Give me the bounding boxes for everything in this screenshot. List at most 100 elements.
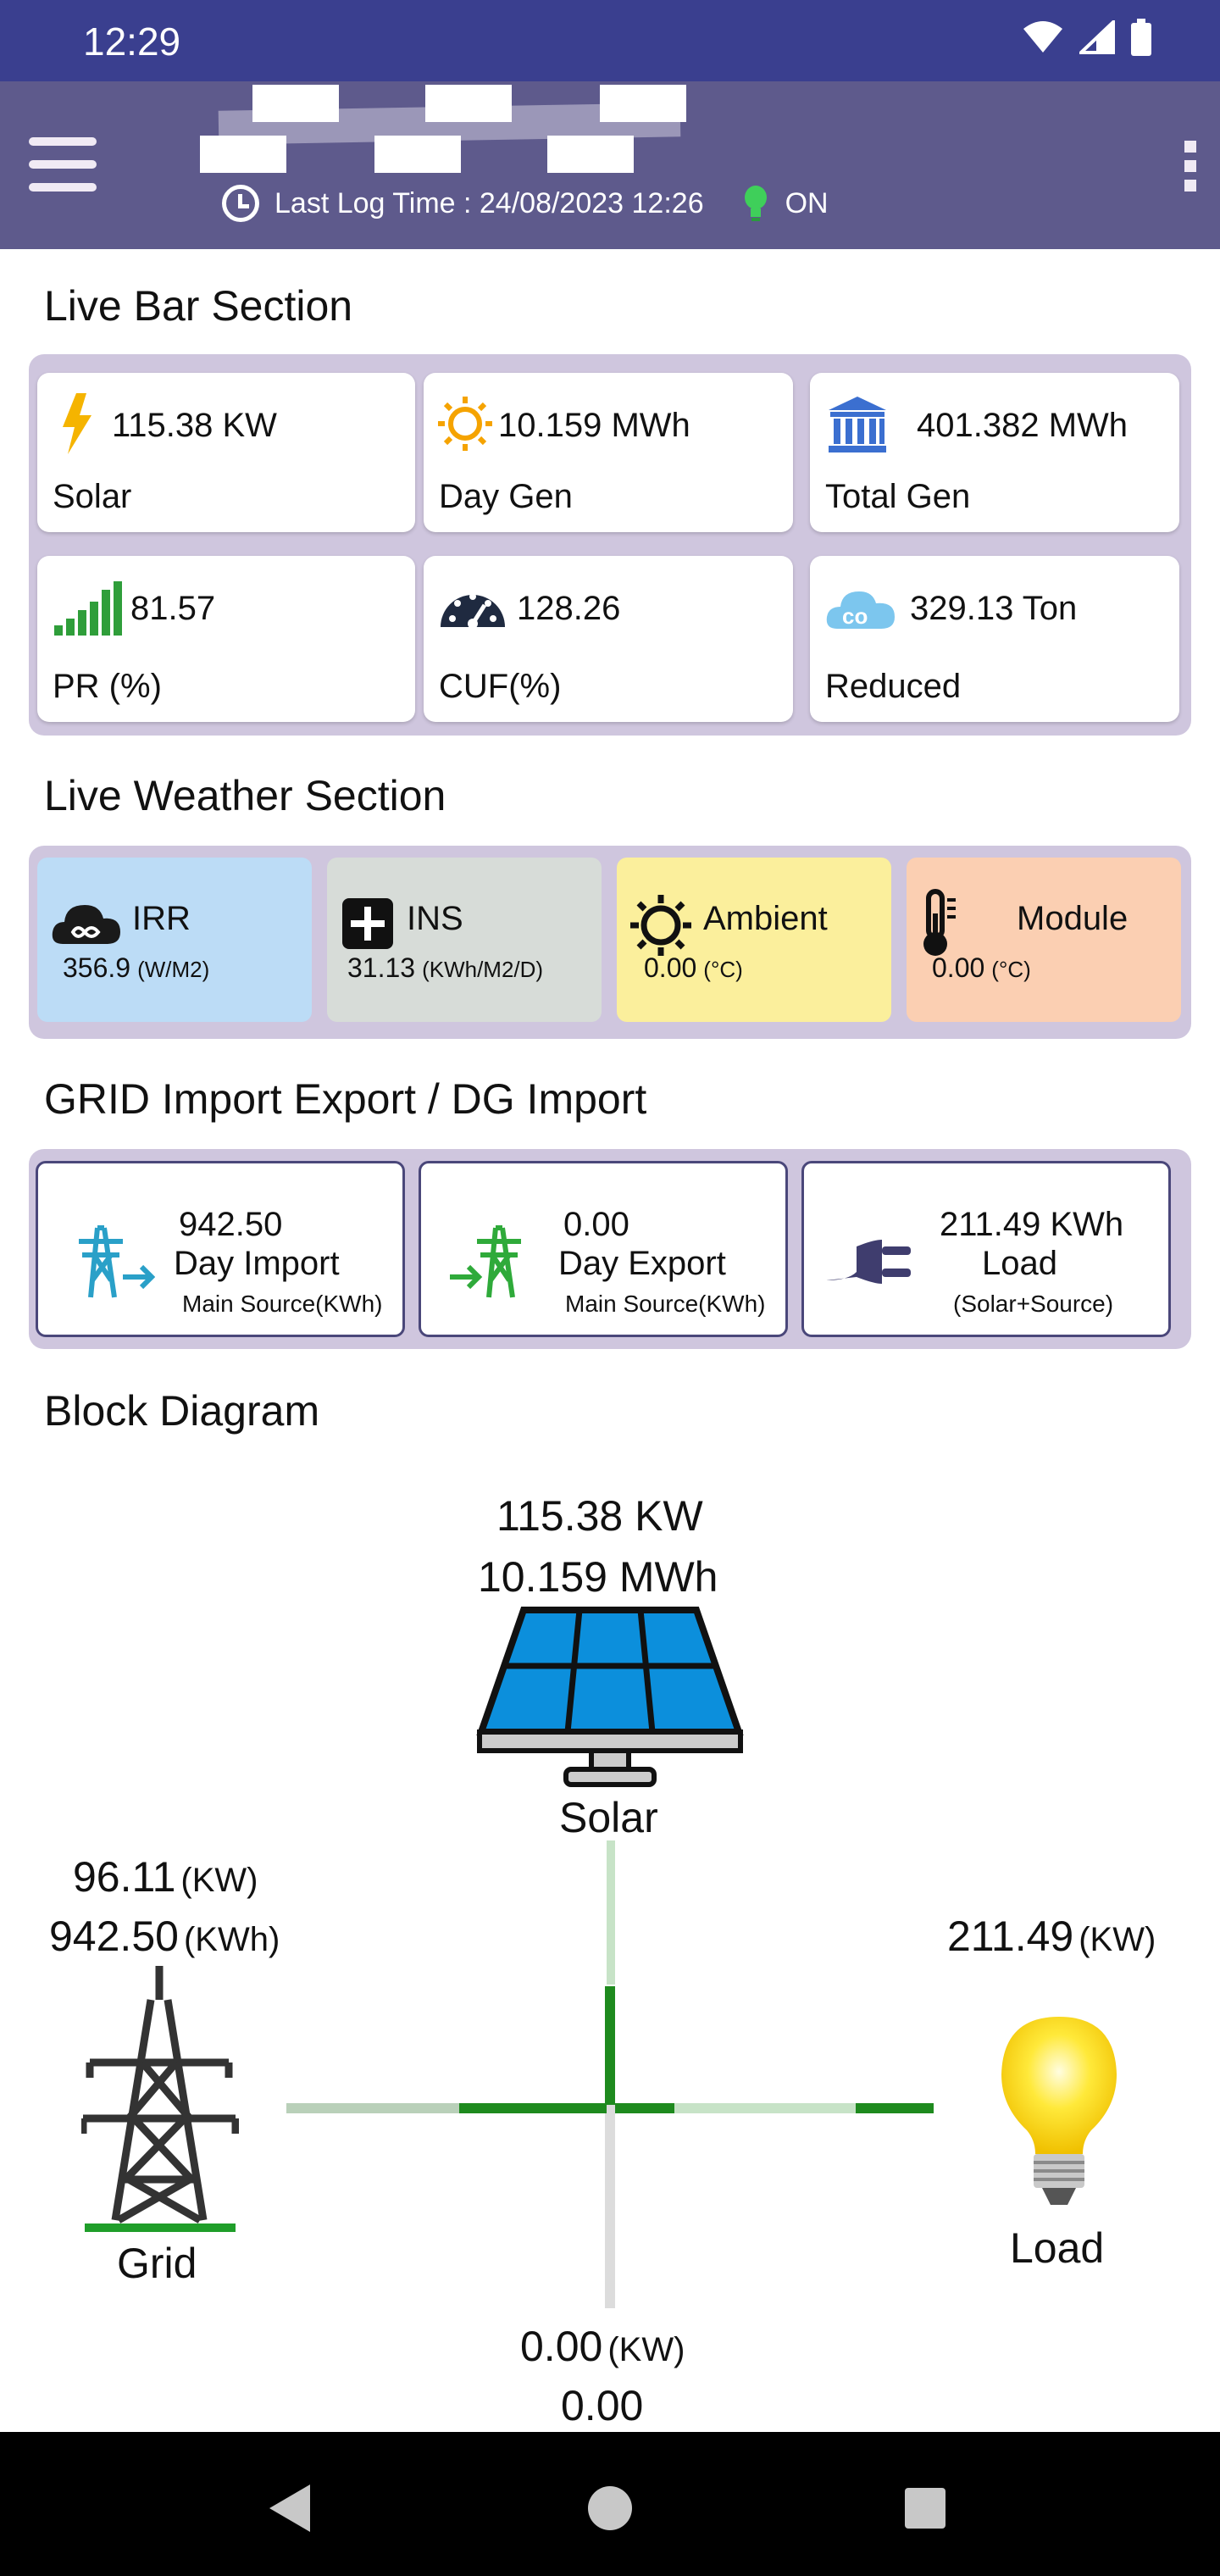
bank-icon xyxy=(829,397,886,452)
module-card[interactable]: Module 0.00 (°C) xyxy=(907,858,1181,1022)
ambient-card[interactable]: Ambient 0.00 (°C) xyxy=(617,858,891,1022)
load-label: Load xyxy=(1010,2224,1105,2272)
cell-signal-icon xyxy=(1079,20,1115,54)
weather-value: 0.00 xyxy=(932,952,985,983)
weather-unit: (°C) xyxy=(991,957,1031,982)
lightning-icon xyxy=(63,393,92,454)
load-power-value: 211.49 xyxy=(947,1913,1074,1960)
redacted-block xyxy=(425,85,512,122)
bottom-energy-value: 0.00 xyxy=(561,2382,644,2429)
pr-card[interactable]: 81.57 PR (%) xyxy=(37,556,415,722)
recents-icon[interactable] xyxy=(903,2486,947,2530)
weather-name: Module xyxy=(1017,900,1128,937)
grid-energy-value: 942.50 xyxy=(49,1913,179,1960)
bottom-power-unit: (KW) xyxy=(607,2331,685,2368)
import-title: Day Import xyxy=(174,1245,340,1282)
export-sub: Main Source(KWh) xyxy=(565,1291,766,1317)
wifi-icon xyxy=(1023,21,1062,53)
solar-energy-text: 10.159 MWh xyxy=(478,1553,718,1601)
export-value: 0.00 xyxy=(563,1206,629,1243)
status-bulb-icon xyxy=(744,186,767,221)
grid-label: Grid xyxy=(117,2240,197,2287)
svg-text:co: co xyxy=(842,603,868,629)
status-icons xyxy=(1022,19,1152,56)
last-log-time: Last Log Time : 24/08/2023 12:26 xyxy=(274,186,704,219)
day-gen-card[interactable]: 10.159 MWh Day Gen xyxy=(424,373,793,532)
status-time: 12:29 xyxy=(83,19,181,64)
day-import-card[interactable]: 942.50 Day Import Main Source(KWh) xyxy=(36,1161,405,1337)
sun-outline-icon xyxy=(630,895,691,956)
live-bar-title: Live Bar Section xyxy=(44,282,353,330)
load-power-unit: (KW) xyxy=(1079,1921,1156,1958)
ins-card[interactable]: INS 31.13 (KWh/M2/D) xyxy=(327,858,602,1022)
gauge-icon xyxy=(441,593,505,629)
tower-import-icon xyxy=(79,1225,155,1298)
back-icon[interactable] xyxy=(266,2483,313,2534)
block-diagram-title: Block Diagram xyxy=(44,1387,320,1435)
co2-reduced-card[interactable]: co 329.13 Ton Reduced xyxy=(810,556,1179,722)
card-value: 329.13 Ton xyxy=(910,590,1078,627)
solar-power-card[interactable]: 115.38 KW Solar xyxy=(37,373,415,532)
load-card[interactable]: 211.49 KWh Load (Solar+Source) xyxy=(801,1161,1171,1337)
card-value: 128.26 xyxy=(517,590,621,627)
card-value: 81.57 xyxy=(130,590,216,627)
last-log-row: Last Log Time : 24/08/2023 12:26 ON xyxy=(222,185,829,222)
status-bar: 12:29 xyxy=(0,0,1220,81)
load-title: Load xyxy=(982,1245,1057,1282)
card-label: PR (%) xyxy=(53,668,162,705)
co2-cloud-icon: co xyxy=(826,591,895,629)
grid-panel: 942.50 Day Import Main Source(KWh) 0.00 … xyxy=(29,1149,1191,1349)
solar-label: Solar xyxy=(559,1794,658,1841)
redacted-block xyxy=(200,136,286,173)
redacted-block xyxy=(547,136,634,173)
overflow-menu-button[interactable] xyxy=(1184,141,1201,192)
live-weather-title: Live Weather Section xyxy=(44,772,446,819)
weather-name: INS xyxy=(407,900,463,937)
card-label: CUF(%) xyxy=(439,668,562,705)
weather-value: 31.13 xyxy=(347,952,416,983)
plus-box-icon xyxy=(342,898,393,949)
weather-value: 0.00 xyxy=(644,952,697,983)
solar-panel-icon[interactable] xyxy=(474,1607,746,1788)
card-label: Solar xyxy=(53,478,132,515)
grid-power-value: 96.11 xyxy=(73,1853,176,1901)
day-export-card[interactable]: 0.00 Day Export Main Source(KWh) xyxy=(419,1161,788,1337)
clock-icon xyxy=(222,185,259,222)
solar-power-text: 115.38 KW xyxy=(496,1492,703,1540)
weather-unit: (W/M2) xyxy=(137,957,210,982)
menu-button[interactable] xyxy=(29,137,97,193)
export-title: Day Export xyxy=(558,1245,726,1282)
cuf-card[interactable]: 128.26 CUF(%) xyxy=(424,556,793,722)
grid-power-unit: (KW) xyxy=(180,1862,258,1899)
total-gen-card[interactable]: 401.382 MWh Total Gen xyxy=(810,373,1179,532)
redacted-block xyxy=(374,136,461,173)
signal-bars-icon xyxy=(54,581,122,636)
weather-name: Ambient xyxy=(703,900,828,937)
card-label: Reduced xyxy=(825,668,962,705)
cloud-infinity-icon xyxy=(52,905,120,944)
weather-panel: IRR 356.9 (W/M2) INS 31.13 (KWh/M2/D) Ambi… xyxy=(29,846,1191,1039)
light-bulb-icon[interactable] xyxy=(991,2013,1127,2212)
card-value: 10.159 MWh xyxy=(498,407,690,444)
load-value: 211.49 KWh xyxy=(940,1206,1124,1243)
card-value: 115.38 KW xyxy=(112,407,277,444)
home-icon[interactable] xyxy=(586,2484,634,2532)
grid-energy-unit: (KWh) xyxy=(183,1921,280,1958)
navigation-bar xyxy=(0,2432,1220,2576)
grid-tower-icon[interactable] xyxy=(81,1966,239,2234)
weather-unit: (°C) xyxy=(703,957,743,982)
bottom-power-value: 0.00 xyxy=(520,2323,603,2370)
card-label: Day Gen xyxy=(439,478,573,515)
irr-card[interactable]: IRR 356.9 (W/M2) xyxy=(37,858,312,1022)
live-bar-panel: 115.38 KW Solar 10.159 MWh Day Gen 401.3… xyxy=(29,354,1191,736)
redacted-block xyxy=(252,85,339,122)
connection-status: ON xyxy=(785,186,829,219)
redacted-block xyxy=(600,85,686,122)
thermometer-icon xyxy=(923,889,956,956)
tower-export-icon xyxy=(450,1225,521,1298)
card-value: 401.382 MWh xyxy=(917,407,1128,444)
power-flow-lines xyxy=(286,1840,934,2308)
weather-unit: (KWh/M2/D) xyxy=(422,957,544,982)
card-label: Total Gen xyxy=(825,478,971,515)
weather-name: IRR xyxy=(132,900,191,937)
